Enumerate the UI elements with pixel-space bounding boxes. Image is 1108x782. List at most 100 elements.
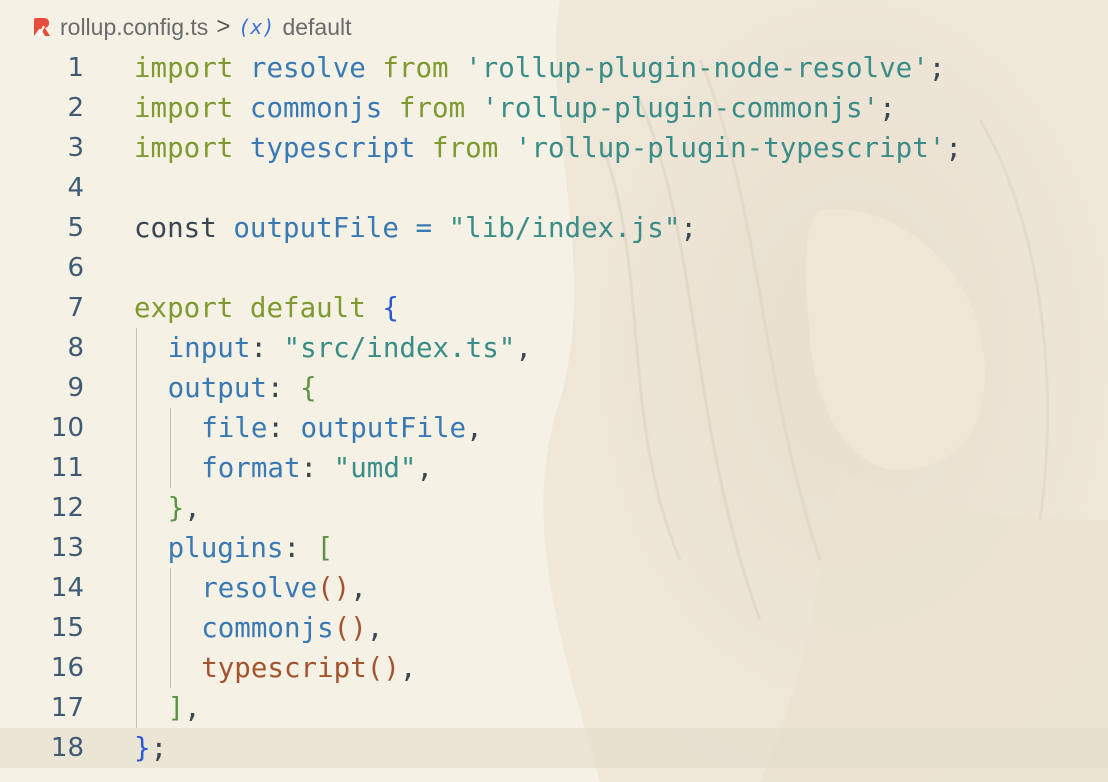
keyword: from: [398, 92, 466, 124]
line-number: 16: [50, 653, 84, 683]
code-editor[interactable]: 1 import resolve from 'rollup-plugin-node…: [0, 48, 1108, 768]
indent-guide: [169, 648, 171, 688]
bracket: {: [300, 372, 317, 404]
string-literal: 'rollup-plugin-node-resolve': [465, 52, 929, 84]
code-line[interactable]: 6: [0, 248, 1108, 288]
code-line[interactable]: 3 import typescript from 'rollup-plugin-t…: [0, 128, 1108, 168]
parentheses: (): [366, 652, 400, 684]
code-line[interactable]: 17],: [0, 688, 1108, 728]
line-number: 11: [50, 453, 84, 483]
punctuation: ,: [366, 612, 384, 644]
code-line[interactable]: 10 file: outputFile,: [0, 408, 1108, 448]
code-line[interactable]: 8 input: "src/index.ts",: [0, 328, 1108, 368]
breadcrumb-symbol[interactable]: default: [282, 14, 351, 41]
punctuation: :: [300, 452, 318, 484]
parentheses: (): [317, 572, 351, 604]
code-text: ],: [168, 688, 201, 728]
string-literal: 'rollup-plugin-commonjs': [481, 92, 880, 124]
code-text: file: outputFile,: [201, 408, 483, 448]
function-call: resolve: [201, 572, 318, 604]
indent-guide: [136, 448, 137, 488]
variable-icon: (x): [238, 15, 275, 39]
keyword: import: [134, 52, 234, 84]
code-text: plugins: [: [168, 528, 334, 568]
string-literal: "src/index.ts": [283, 332, 516, 364]
punctuation: ,: [399, 652, 417, 684]
code-text: };: [134, 728, 167, 768]
parentheses: (): [333, 612, 367, 644]
code-line[interactable]: 7 export default {: [0, 288, 1108, 328]
indent-guide: [136, 528, 137, 568]
keyword: import: [134, 132, 234, 164]
line-number: 6: [67, 253, 84, 283]
punctuation: :: [283, 532, 301, 564]
punctuation: ,: [466, 412, 483, 444]
indent-guide: [169, 608, 171, 648]
code-line[interactable]: 18};: [0, 728, 1108, 768]
string-literal: "lib/index.js": [448, 212, 681, 244]
line-number: 5: [67, 213, 84, 243]
indent-guide: [169, 568, 171, 608]
code-line[interactable]: 4: [0, 168, 1108, 208]
code-line[interactable]: 16 typescript(),: [0, 648, 1108, 688]
code-text: import resolve from 'rollup-plugin-node-…: [134, 48, 945, 88]
code-line[interactable]: 11 format: "umd",: [0, 448, 1108, 488]
code-text: commonjs(),: [201, 608, 383, 648]
code-text: input: "src/index.ts",: [168, 328, 532, 368]
identifier: outputFile: [233, 212, 399, 244]
code-line[interactable]: 12},: [0, 488, 1108, 528]
line-number: 18: [50, 733, 84, 763]
code-text: typescript(),: [201, 648, 416, 688]
code-line[interactable]: 14 resolve(),: [0, 568, 1108, 608]
function-call: typescript: [201, 652, 367, 684]
code-line[interactable]: 9 output: {: [0, 368, 1108, 408]
code-text: export default {: [134, 288, 399, 328]
punctuation: ,: [416, 452, 434, 484]
line-number: 17: [50, 693, 84, 723]
indent-guide: [136, 688, 137, 728]
line-number: 7: [67, 293, 84, 323]
line-number: 10: [50, 413, 84, 443]
punctuation: ;: [879, 92, 896, 124]
keyword: export default: [134, 292, 366, 324]
indent-guide: [136, 608, 137, 648]
punctuation: ,: [350, 572, 367, 604]
identifier: resolve: [249, 52, 366, 84]
code-text: const outputFile = "lib/index.js";: [134, 208, 697, 248]
indent-guide: [136, 568, 137, 608]
keyword: import: [134, 92, 234, 124]
punctuation: :: [250, 332, 267, 364]
line-number: 12: [50, 493, 84, 523]
keyword: const: [134, 212, 217, 244]
indent-guide: [136, 408, 137, 448]
string-literal: 'rollup-plugin-typescript': [514, 132, 946, 164]
function-call: commonjs: [201, 612, 334, 644]
line-number: 2: [67, 93, 84, 123]
code-line[interactable]: 2 import commonjs from 'rollup-plugin-com…: [0, 88, 1108, 128]
punctuation: ;: [680, 212, 697, 244]
breadcrumb-file[interactable]: rollup.config.ts: [60, 14, 208, 41]
punctuation: ;: [150, 732, 168, 764]
line-number: 4: [67, 173, 84, 203]
keyword: from: [382, 52, 449, 84]
rollup-icon[interactable]: [30, 16, 52, 38]
line-number: 13: [50, 533, 84, 563]
indent-guide: [136, 488, 137, 528]
bracket: {: [382, 292, 399, 324]
punctuation: :: [267, 412, 284, 444]
indent-guide: [136, 648, 137, 688]
line-number: 1: [67, 53, 84, 83]
code-text: },: [168, 488, 201, 528]
line-number: 9: [67, 373, 84, 403]
code-line[interactable]: 15 commonjs(),: [0, 608, 1108, 648]
property-name: plugins: [167, 532, 284, 564]
bracket: }: [134, 732, 151, 764]
identifier: typescript: [249, 132, 416, 164]
punctuation: ,: [515, 332, 532, 364]
line-number: 3: [67, 133, 84, 163]
code-line[interactable]: 1 import resolve from 'rollup-plugin-node…: [0, 48, 1108, 88]
code-line[interactable]: 5 const outputFile = "lib/index.js";: [0, 208, 1108, 248]
code-text: resolve(),: [201, 568, 367, 608]
punctuation: ;: [928, 52, 946, 84]
code-line[interactable]: 13 plugins: [: [0, 528, 1108, 568]
